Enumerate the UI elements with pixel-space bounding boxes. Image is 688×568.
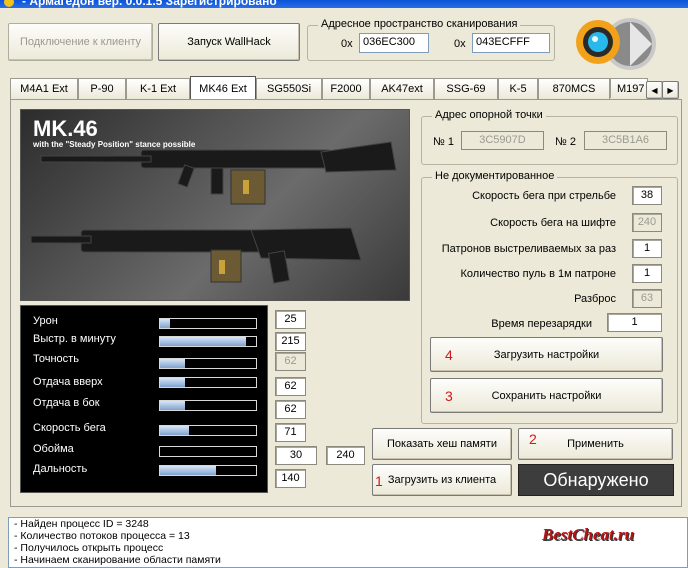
scan-from-input[interactable]: 036EC300	[359, 33, 429, 53]
show-memory-hash-button[interactable]: Показать хеш памяти	[372, 428, 512, 460]
undoc-value-spread[interactable]: 63	[632, 289, 662, 308]
stat-label-magazine: Обойма	[33, 443, 74, 455]
stat-label-accuracy: Точность	[33, 353, 79, 365]
stat-bar-fill	[160, 426, 189, 435]
save-settings-button[interactable]: 3 Сохранить настройки	[430, 378, 663, 413]
undoc-value-bullets-per-round[interactable]: 1	[632, 264, 662, 283]
wallhack-button[interactable]: Запуск WallHack	[158, 23, 300, 61]
stat-value-run-speed[interactable]: 71	[275, 423, 306, 442]
stat-bar-rpm	[159, 336, 257, 347]
stat-value-accuracy[interactable]: 62	[275, 352, 306, 371]
tab-m197[interactable]: M197	[610, 78, 648, 98]
stat-bar-fill	[160, 401, 185, 410]
undoc-value-shift-run-speed[interactable]: 240	[632, 213, 662, 232]
stat-value-damage[interactable]: 25	[275, 310, 306, 329]
stat-label-damage: Урон	[33, 315, 58, 327]
stat-label-run-speed: Скорость бега	[33, 422, 106, 434]
save-settings-label: Сохранить настройки	[491, 389, 602, 402]
stat-label-range: Дальность	[33, 463, 88, 475]
tab-ak47ext[interactable]: AK47ext	[370, 78, 434, 99]
stat-bar-fill	[160, 337, 247, 346]
undocumented-legend: Не документированное	[432, 170, 558, 182]
undoc-label-reload-time: Время перезарядки	[491, 318, 592, 330]
stat-bar-fill	[160, 359, 185, 368]
undoc-value-reload-time[interactable]: 1	[607, 313, 662, 332]
stat-bar-fill	[160, 466, 216, 475]
stat-bar-damage	[159, 318, 257, 329]
stat-value-rpm[interactable]: 215	[275, 332, 306, 351]
apply-label: Применить	[567, 438, 624, 450]
stat-label-recoil-up: Отдача вверх	[33, 376, 103, 388]
tab-mk46-ext[interactable]: MK46 Ext	[190, 76, 256, 101]
tab-m4a1-ext[interactable]: M4A1 Ext	[10, 78, 78, 99]
window-title: - Армагедон вер. 0.0.1.5 Зарегистрирован…	[22, 0, 277, 8]
load-settings-label: Загрузить настройки	[493, 348, 600, 361]
undoc-label-bullets-per-round: Количество пуль в 1м патроне	[460, 268, 616, 280]
tab-sg550si[interactable]: SG550Si	[256, 78, 322, 99]
apply-button[interactable]: 2 Применить	[518, 428, 673, 460]
connect-client-button[interactable]: Подключение к клиенту	[8, 23, 153, 61]
scan-to-prefix: 0x	[454, 38, 466, 50]
stat-value-recoil-up[interactable]: 62	[275, 377, 306, 396]
tab-k1-ext[interactable]: K-1 Ext	[126, 78, 190, 99]
load-settings-button[interactable]: 4 Загрузить настройки	[430, 337, 663, 372]
anchor-n2-field[interactable]: 3C5B1A6	[584, 131, 667, 150]
stat-bar-magazine	[159, 446, 257, 457]
stat-value-magazine[interactable]: 30	[275, 446, 317, 465]
detection-status: Обнаружено	[518, 464, 674, 496]
undoc-value-rounds-per-shot[interactable]: 1	[632, 239, 662, 258]
stat-bar-run-speed	[159, 425, 257, 436]
stat-label-rpm: Выстр. в минуту	[33, 333, 116, 345]
anchor-n1-field[interactable]: 3C5907D	[461, 131, 544, 150]
stat-value-recoil-side[interactable]: 62	[275, 400, 306, 419]
stat-bar-recoil-side	[159, 400, 257, 411]
scan-address-legend: Адресное пространство сканирования	[318, 18, 521, 30]
log-line: - Начинаем сканирование области памяти	[14, 554, 221, 566]
stat-label-recoil-side: Отдача в бок	[33, 397, 100, 409]
undoc-value-fire-run-speed[interactable]: 38	[632, 186, 662, 205]
undoc-label-rounds-per-shot: Патронов выстреливаемых за раз	[441, 243, 616, 255]
load-from-client-label: Загрузить из клиента	[387, 474, 497, 486]
tab-p90[interactable]: P-90	[78, 78, 126, 99]
title-bar: - Армагедон вер. 0.0.1.5 Зарегистрирован…	[0, 0, 688, 8]
tab-scroll-left-button[interactable]: ◀	[646, 81, 663, 99]
stat-bar-fill	[160, 378, 185, 387]
stat-bar-recoil-up	[159, 377, 257, 388]
load-settings-num: 4	[445, 346, 453, 363]
stat-bar-fill	[160, 319, 170, 328]
tab-k5[interactable]: K-5	[498, 78, 538, 99]
arrow-right-icon: ▶	[667, 85, 674, 95]
scan-to-input[interactable]: 043ECFFF	[472, 33, 550, 53]
load-from-client-num: 1	[375, 473, 383, 489]
scan-from-prefix: 0x	[341, 38, 353, 50]
apply-num: 2	[529, 431, 537, 447]
arrow-left-icon: ◀	[651, 85, 658, 95]
machine-gun-icon	[30, 141, 397, 284]
stat-bar-accuracy	[159, 358, 257, 369]
undoc-label-fire-run-speed: Скорость бега при стрельбе	[472, 190, 616, 202]
tab-870mcs[interactable]: 870MCS	[538, 78, 610, 99]
watermark-logo: BestCheat.ru	[542, 525, 635, 544]
anchor-n2-label: № 2	[555, 136, 576, 148]
app-icon	[4, 0, 14, 7]
tab-f2000[interactable]: F2000	[322, 78, 370, 99]
weapon-image: MK.46 with the "Steady Position" stance …	[20, 109, 410, 301]
stats-panel: Урон Выстр. в минуту Точность Отдача вве…	[20, 305, 268, 493]
tab-scroll-right-button[interactable]: ▶	[662, 81, 679, 99]
scope-logo-icon	[576, 18, 656, 70]
load-from-client-button[interactable]: 1 Загрузить из клиента	[372, 464, 512, 496]
undoc-label-shift-run-speed: Скорость бега на шифте	[490, 217, 616, 229]
stat-bar-range	[159, 465, 257, 476]
save-settings-num: 3	[445, 387, 453, 404]
stat-value-range[interactable]: 140	[275, 469, 306, 488]
tab-ssg69[interactable]: SSG-69	[434, 78, 498, 99]
anchor-address-legend: Адрес опорной точки	[432, 109, 546, 121]
undoc-label-spread: Разброс	[574, 293, 616, 305]
weapon-tabs: M4A1 Ext P-90 K-1 Ext MK46 Ext SG550Si F…	[10, 76, 682, 101]
stat-value-magazine-total[interactable]: 240	[326, 446, 365, 465]
anchor-n1-label: № 1	[433, 136, 454, 148]
